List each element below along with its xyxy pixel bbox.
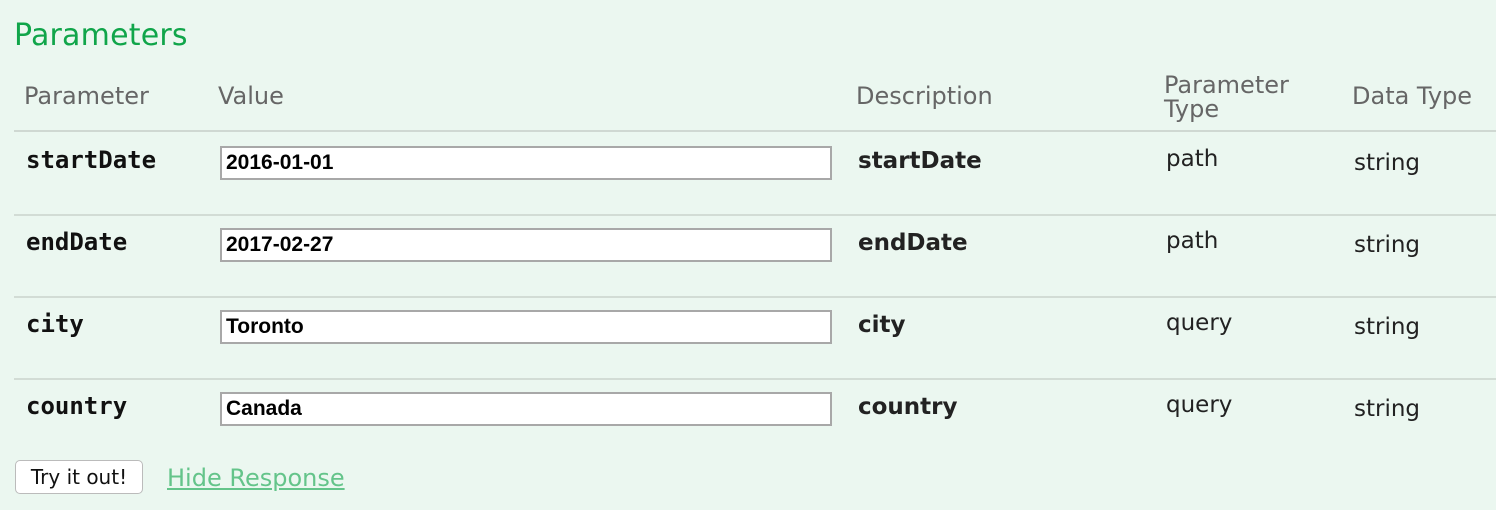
param-value-input[interactable] <box>220 146 832 180</box>
param-type: path <box>1166 146 1219 172</box>
header-parameter-type-line1: Parameter <box>1164 71 1289 99</box>
header-description: Description <box>856 82 993 110</box>
table-row: startDate startDate path string <box>0 132 1496 214</box>
param-name: startDate <box>26 146 157 174</box>
param-value-input[interactable] <box>220 392 832 426</box>
section-title: Parameters <box>14 18 188 53</box>
param-data-type: string <box>1354 314 1421 340</box>
param-description: country <box>858 394 958 420</box>
param-value-input[interactable] <box>220 310 832 344</box>
table-row: country country query string <box>0 378 1496 460</box>
header-value: Value <box>218 82 284 110</box>
param-description: city <box>858 312 906 338</box>
param-data-type: string <box>1354 396 1421 422</box>
param-type: query <box>1166 392 1233 418</box>
param-description: startDate <box>858 148 982 174</box>
param-data-type: string <box>1354 232 1421 258</box>
param-value-input[interactable] <box>220 228 832 262</box>
param-name: endDate <box>26 228 128 256</box>
try-it-out-button[interactable]: Try it out! <box>15 460 143 494</box>
header-parameter-type: Parameter Type <box>1164 73 1314 121</box>
param-name: country <box>26 392 128 420</box>
param-description: endDate <box>858 230 968 256</box>
header-data-type: Data Type <box>1352 82 1473 110</box>
param-type: query <box>1166 310 1233 336</box>
param-data-type: string <box>1354 150 1421 176</box>
header-parameter: Parameter <box>24 82 149 110</box>
param-name: city <box>26 310 84 338</box>
hide-response-link[interactable]: Hide Response <box>167 464 345 492</box>
table-row: endDate endDate path string <box>0 214 1496 296</box>
header-parameter-type-line2: Type <box>1164 95 1220 123</box>
param-type: path <box>1166 228 1219 254</box>
table-row: city city query string <box>0 296 1496 378</box>
